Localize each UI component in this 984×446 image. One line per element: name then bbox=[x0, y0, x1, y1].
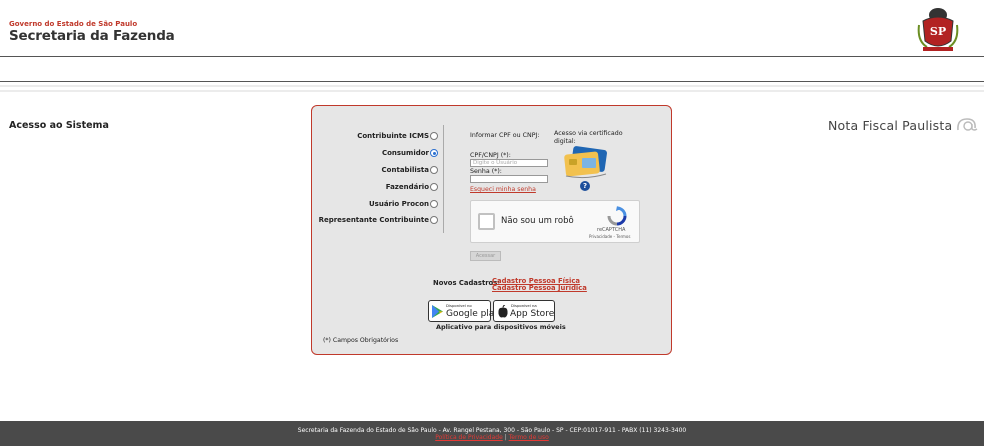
privacy-policy-link[interactable]: Política de Privacidade bbox=[435, 434, 503, 441]
sub-header-divider bbox=[0, 81, 984, 82]
recaptcha-separator: - bbox=[613, 234, 615, 239]
apple-icon bbox=[498, 305, 508, 318]
inform-cpf-label: Informar CPF ou CNPJ: bbox=[470, 132, 540, 139]
footer-address: Secretaria da Fazenda do Estado de São P… bbox=[297, 427, 687, 434]
new-registration-label: Novos Cadastros: bbox=[433, 279, 500, 287]
recaptcha-icon bbox=[607, 206, 627, 226]
certificate-card-icon[interactable] bbox=[562, 146, 610, 180]
profile-label: Contabilista bbox=[381, 166, 429, 174]
help-icon[interactable]: ? bbox=[580, 181, 590, 191]
profile-label: Consumidor bbox=[381, 149, 429, 157]
app-store-small-text: Disponível na bbox=[511, 303, 537, 308]
cpf-input[interactable]: Digite o Usuário bbox=[470, 159, 548, 167]
google-play-text: Google play bbox=[446, 309, 500, 319]
recaptcha-checkbox[interactable] bbox=[478, 213, 495, 230]
profile-radio[interactable] bbox=[430, 216, 438, 224]
recaptcha-widget: Não sou um robô reCAPTCHA Privacidade - … bbox=[470, 200, 640, 243]
profile-label: Representante Contribuinte bbox=[318, 216, 429, 224]
google-play-small-text: Disponível no bbox=[446, 303, 472, 308]
site-header: Governo do Estado de São Paulo Secretari… bbox=[0, 0, 984, 56]
sub-header: Acesso ao Sistema Nota Fiscal Paulista bbox=[0, 57, 984, 133]
app-store-button[interactable]: Disponível na App Store bbox=[493, 300, 555, 322]
sp-coat-of-arms-icon: SP bbox=[917, 8, 959, 51]
required-fields-note: (*) Campos Obrigatórios bbox=[323, 337, 399, 344]
password-input[interactable] bbox=[470, 175, 548, 183]
decorative-stripe bbox=[0, 90, 984, 92]
recaptcha-privacy-link[interactable]: Privacidade bbox=[589, 234, 612, 239]
profile-option-fazendario[interactable]: Fazendário bbox=[386, 181, 438, 193]
profile-label: Fazendário bbox=[385, 183, 429, 191]
profile-label: Contribuinte ICMS bbox=[357, 132, 429, 140]
department-name: Secretaria da Fazenda bbox=[9, 28, 175, 44]
profile-radio[interactable] bbox=[430, 132, 438, 140]
app-title: Nota Fiscal Paulista bbox=[828, 118, 953, 133]
profile-radio[interactable] bbox=[430, 183, 438, 191]
profile-radio[interactable] bbox=[430, 200, 438, 208]
recaptcha-links: Privacidade - Termos bbox=[589, 234, 630, 239]
site-footer: Secretaria da Fazenda do Estado de São P… bbox=[0, 421, 984, 446]
profile-option-contribuinte-icms[interactable]: Contribuinte ICMS bbox=[357, 130, 438, 142]
recaptcha-terms-link[interactable]: Termos bbox=[616, 234, 630, 239]
access-title: Acesso ao Sistema bbox=[9, 120, 109, 131]
app-store-text: App Store bbox=[510, 309, 555, 319]
profile-option-contabilista[interactable]: Contabilista bbox=[382, 164, 438, 176]
register-company-link[interactable]: Cadastro Pessoa Jurídica bbox=[492, 284, 587, 292]
cpf-label: CPF/CNPJ (*): bbox=[470, 152, 511, 159]
profile-option-representante-contribuinte[interactable]: Representante Contribuinte bbox=[319, 214, 438, 226]
government-line: Governo do Estado de São Paulo bbox=[9, 20, 138, 28]
google-play-icon bbox=[432, 305, 443, 318]
login-panel: Contribuinte ICMS Consumidor Contabilist… bbox=[311, 105, 672, 355]
terms-of-use-link[interactable]: Termo de uso bbox=[509, 434, 549, 441]
profile-option-consumidor[interactable]: Consumidor bbox=[382, 147, 438, 159]
footer-links: Política de Privacidade | Termo de uso bbox=[0, 434, 984, 441]
certificate-text: Acesso via certificado digital: bbox=[554, 130, 623, 145]
profile-radio-selected[interactable] bbox=[430, 149, 438, 157]
recaptcha-label: Não sou um robô bbox=[501, 216, 574, 226]
profile-label: Usuário Procon bbox=[369, 200, 429, 208]
footer-separator: | bbox=[504, 434, 507, 441]
password-label: Senha (*): bbox=[470, 168, 502, 175]
recaptcha-brand: reCAPTCHA bbox=[597, 227, 626, 233]
google-play-button[interactable]: Disponível no Google play bbox=[428, 300, 500, 322]
access-button[interactable]: Acessar bbox=[470, 251, 501, 261]
apps-caption: Aplicativo para dispositivos móveis bbox=[436, 323, 566, 331]
profile-radio[interactable] bbox=[430, 166, 438, 174]
decorative-stripe bbox=[0, 85, 984, 87]
nfp-logo-icon bbox=[957, 118, 978, 131]
vertical-divider bbox=[443, 125, 444, 233]
forgot-password-link[interactable]: Esqueci minha senha bbox=[470, 186, 536, 193]
coat-of-arms-letters: SP bbox=[930, 25, 946, 38]
profile-option-usuario-procon[interactable]: Usuário Procon bbox=[369, 198, 438, 210]
